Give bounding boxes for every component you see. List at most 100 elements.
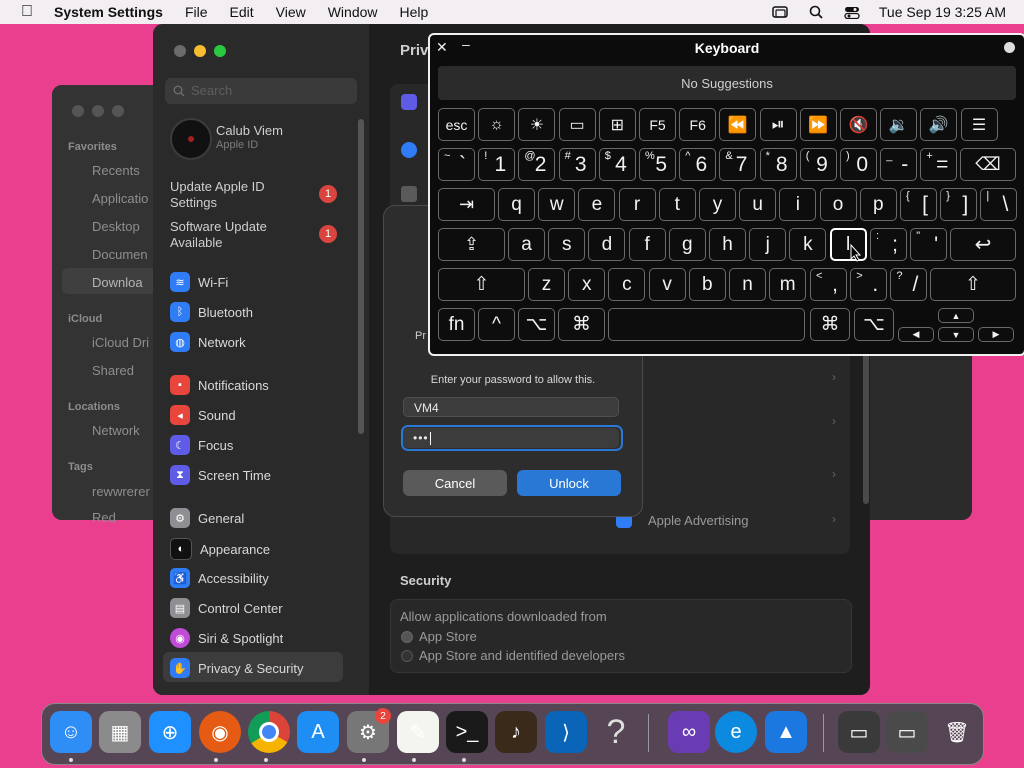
key-f[interactable]: f [628, 228, 666, 261]
finder-item-desktop[interactable]: Desktop [92, 219, 140, 234]
key-g[interactable]: g [668, 228, 706, 261]
search-field[interactable]: Search [165, 78, 357, 104]
fn-key-13[interactable]: ☰ [960, 108, 998, 141]
chevron-right-icon[interactable]: › [832, 370, 836, 384]
minimize-button[interactable] [92, 105, 104, 117]
key-row4-sym-1[interactable]: " ' [910, 228, 948, 261]
fn-key-10[interactable]: 🔇 [840, 108, 877, 141]
right-shift-key[interactable]: ⇧ [930, 268, 1016, 301]
update-apple-id-link[interactable]: Update Apple ID Settings [170, 179, 310, 211]
fn-key-4[interactable]: ⊞ [598, 108, 636, 141]
sidebar-item-appearance[interactable]: ◐ Appearance [170, 538, 270, 560]
menu-help[interactable]: Help [400, 4, 429, 20]
zoom-button[interactable] [112, 105, 124, 117]
key-u[interactable]: u [739, 188, 777, 221]
avatar[interactable] [170, 118, 212, 160]
menu-window[interactable]: Window [328, 4, 378, 20]
instruments-icon[interactable]: ♪ [495, 711, 537, 753]
finder-item-downloads[interactable]: Downloa [92, 275, 143, 290]
key-t[interactable]: t [658, 188, 696, 221]
key-row2-2[interactable]: @2 [518, 148, 556, 181]
fn-key-0[interactable]: esc [438, 108, 475, 141]
space-key[interactable] [608, 308, 805, 341]
backspace-key[interactable]: ⌫ [960, 148, 1016, 181]
fn-key-6[interactable]: F6 [679, 108, 717, 141]
fn-key-11[interactable]: 🔉 [880, 108, 918, 141]
key-q[interactable]: q [498, 188, 535, 221]
caps-lock-key[interactable]: ⇪ [438, 228, 505, 261]
launchpad-icon[interactable]: ▦ [99, 711, 141, 753]
sidebar-item-accessibility[interactable]: ♿ Accessibility [170, 568, 269, 588]
key-row2-10[interactable]: ) 0 [840, 148, 877, 181]
tab-key[interactable]: ⇥ [438, 188, 495, 221]
key-row5-sym-1[interactable]: >. [850, 268, 888, 301]
app-store-icon[interactable]: A [297, 711, 339, 753]
left-command-key[interactable]: ⌘ [558, 308, 605, 341]
visual-studio-icon[interactable]: ∞ [668, 711, 710, 753]
textedit-icon[interactable]: ✎ [397, 711, 439, 753]
apple-advertising-label[interactable]: Apple Advertising [648, 513, 748, 528]
arrow-down-key[interactable]: ▼ [938, 327, 974, 342]
finder-item-recents[interactable]: Recents [92, 163, 140, 178]
firefox-icon[interactable]: ◉ [199, 711, 241, 753]
key-x[interactable]: x [568, 268, 606, 301]
key-row2-6[interactable]: ^ 6 [679, 148, 717, 181]
key-s[interactable]: s [548, 228, 586, 261]
key-m[interactable]: m [769, 268, 807, 301]
chrome-icon[interactable] [248, 711, 290, 753]
right-option-key[interactable]: ⌥ [854, 308, 894, 341]
key-i[interactable]: i [779, 188, 817, 221]
radio-app-store[interactable] [401, 631, 413, 643]
safari-icon[interactable]: ⊕ [149, 711, 191, 753]
sidebar-item-focus[interactable]: ☾ Focus [170, 435, 233, 455]
key-row2-4[interactable]: $4 [598, 148, 636, 181]
key-z[interactable]: z [528, 268, 565, 301]
chevron-right-icon[interactable]: › [832, 512, 836, 526]
fn-key-9[interactable]: ⏩ [799, 108, 837, 141]
left-shift-key[interactable]: ⇧ [438, 268, 525, 301]
terminal-icon[interactable]: >_ [446, 711, 488, 753]
sidebar-item-sound[interactable]: ◂ Sound [170, 405, 236, 425]
key-k[interactable]: k [789, 228, 827, 261]
finder-icon[interactable]: ☺ [50, 711, 92, 753]
key-row2-8[interactable]: * 8 [759, 148, 797, 181]
software-update-link[interactable]: Software Update Available [170, 219, 310, 251]
chevron-right-icon[interactable]: › [832, 414, 836, 428]
cancel-button[interactable]: Cancel [403, 470, 507, 496]
apple-menu-icon[interactable]:  [18, 3, 36, 21]
key-y[interactable]: y [699, 188, 736, 221]
username-field[interactable]: VM4 [403, 397, 619, 417]
key-row2-7[interactable]: & 7 [719, 148, 757, 181]
fn-key-3[interactable]: ▭ [558, 108, 596, 141]
sidebar-item-bluetooth[interactable]: ᛒ Bluetooth [170, 302, 253, 322]
sidebar-item-general[interactable]: ⚙ General [170, 508, 244, 528]
key-o[interactable]: o [819, 188, 857, 221]
trash-icon[interactable]: 🗑 [936, 711, 978, 753]
key-a[interactable]: a [508, 228, 545, 261]
menu-file[interactable]: File [185, 4, 208, 20]
vscode-icon[interactable]: ⟩ [545, 711, 587, 753]
key-row3-sym-1[interactable]: }] [940, 188, 978, 221]
window-thumbnail-icon[interactable]: ▭ [886, 711, 928, 753]
fn-key-1[interactable]: ☼ [478, 108, 516, 141]
key-r[interactable]: r [618, 188, 656, 221]
left-option-key[interactable]: ⌥ [518, 308, 555, 341]
window-thumbnail-icon[interactable]: ▭ [838, 711, 880, 753]
fn-key-5[interactable]: F5 [639, 108, 676, 141]
right-command-key[interactable]: ⌘ [810, 308, 850, 341]
return-key[interactable]: ↩ [950, 228, 1016, 261]
close-button[interactable] [174, 45, 186, 57]
key-row5-sym-0[interactable]: <, [810, 268, 847, 301]
sidebar-item-screen-time[interactable]: ⧗ Screen Time [170, 465, 271, 485]
key-v[interactable]: v [648, 268, 686, 301]
help-icon[interactable]: ? [595, 711, 637, 753]
key-n[interactable]: n [729, 268, 766, 301]
key-row4-sym-0[interactable]: :; [870, 228, 907, 261]
fn-key-2[interactable]: ☀ [518, 108, 556, 141]
menu-clock[interactable]: Tue Sep 19 3:25 AM [879, 4, 1006, 20]
fn-key-8[interactable]: ⏯ [759, 108, 797, 141]
app-menu[interactable]: System Settings [54, 4, 163, 20]
close-button[interactable] [72, 105, 84, 117]
sidebar-item-privacy-security[interactable]: ✋ Privacy & Security [170, 658, 303, 678]
radio-identified-label[interactable]: App Store and identified developers [419, 648, 625, 663]
